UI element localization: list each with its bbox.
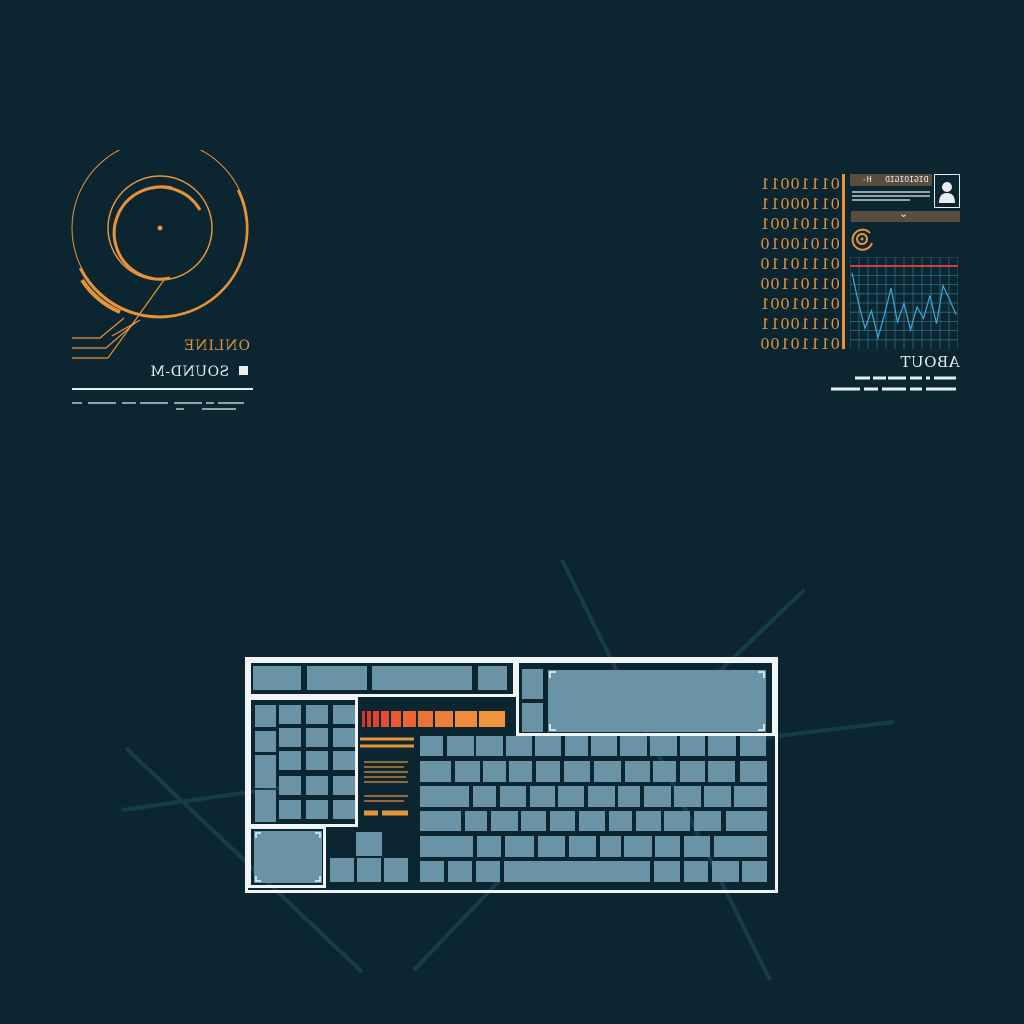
- keyboard-key[interactable]: [420, 736, 443, 756]
- keyboard-key[interactable]: [704, 786, 731, 807]
- keyboard-key[interactable]: [536, 761, 560, 782]
- keyboard-key[interactable]: [625, 761, 650, 782]
- keyboard-key[interactable]: [740, 736, 766, 756]
- keyboard-key[interactable]: [521, 811, 546, 831]
- keypad-key[interactable]: [306, 728, 328, 747]
- keyboard-key[interactable]: [476, 861, 500, 882]
- keypad-key[interactable]: [333, 800, 355, 819]
- keypad-key[interactable]: [279, 705, 301, 724]
- keypad-key[interactable]: [333, 776, 355, 795]
- keyboard-key[interactable]: [624, 836, 652, 857]
- keyboard-key[interactable]: [734, 786, 767, 807]
- keyboard-key[interactable]: [473, 786, 496, 807]
- keypad-key[interactable]: [306, 776, 328, 795]
- arrow-key-left[interactable]: [330, 858, 354, 882]
- keyboard-key[interactable]: [684, 861, 708, 882]
- keypad-key[interactable]: [279, 751, 301, 770]
- keypad-key[interactable]: [279, 800, 301, 819]
- keyboard-key[interactable]: [650, 736, 677, 756]
- keypad-key[interactable]: [255, 790, 276, 822]
- keyboard-key[interactable]: [476, 736, 503, 756]
- keyboard-key[interactable]: [664, 811, 690, 831]
- keyboard-key[interactable]: [644, 786, 671, 807]
- keyboard-key[interactable]: [455, 761, 480, 782]
- keyboard-key[interactable]: [620, 736, 647, 756]
- keyboard-key[interactable]: [684, 836, 710, 857]
- keypad-key[interactable]: [255, 705, 276, 727]
- keyboard-key[interactable]: [694, 811, 721, 831]
- keyboard-key[interactable]: [714, 836, 767, 857]
- keypad-key[interactable]: [279, 728, 301, 747]
- keyboard-key[interactable]: [420, 761, 451, 782]
- keyboard-key[interactable]: [636, 811, 661, 831]
- keyboard-key[interactable]: [506, 736, 532, 756]
- keyboard-key[interactable]: [588, 786, 615, 807]
- keyboard-key[interactable]: [618, 786, 640, 807]
- keyboard-key[interactable]: [680, 736, 705, 756]
- keypad-key[interactable]: [279, 776, 301, 795]
- keypad-key[interactable]: [306, 800, 328, 819]
- keyboard-key[interactable]: [535, 736, 561, 756]
- keyboard-key[interactable]: [420, 811, 461, 831]
- keyboard-key[interactable]: [530, 786, 555, 807]
- keypad-key[interactable]: [306, 751, 328, 770]
- keyboard-key[interactable]: [550, 811, 575, 831]
- keyboard-key[interactable]: [742, 861, 767, 882]
- keyboard-key[interactable]: [509, 761, 532, 782]
- keyboard-key[interactable]: [420, 786, 469, 807]
- keyboard-key[interactable]: [564, 761, 590, 782]
- keyboard-key[interactable]: [448, 861, 472, 882]
- keyboard-key[interactable]: [483, 761, 506, 782]
- arrow-key-right[interactable]: [384, 858, 408, 882]
- keyboard-key[interactable]: [420, 836, 473, 857]
- arrow-key-up[interactable]: [356, 832, 382, 856]
- keyboard-key[interactable]: [569, 836, 596, 857]
- keyboard-key[interactable]: [609, 811, 632, 831]
- keypad-key[interactable]: [333, 751, 355, 770]
- keyboard-key[interactable]: [654, 861, 680, 882]
- keyboard-key[interactable]: [680, 761, 705, 782]
- keypad-key[interactable]: [333, 705, 355, 724]
- keyboard-key[interactable]: [653, 761, 676, 782]
- keyboard-key[interactable]: [726, 811, 767, 831]
- keypad-key[interactable]: [255, 731, 276, 752]
- keyboard-key[interactable]: [504, 861, 650, 882]
- keyboard-key[interactable]: [674, 786, 701, 807]
- keyboard-key[interactable]: [477, 836, 501, 857]
- keyboard-key[interactable]: [447, 736, 474, 756]
- keyboard-key[interactable]: [465, 811, 487, 831]
- keyboard-key[interactable]: [712, 861, 739, 882]
- keyboard-key[interactable]: [565, 736, 588, 756]
- keyboard-key[interactable]: [420, 861, 444, 882]
- keyboard-key[interactable]: [491, 811, 518, 831]
- key-grid: [0, 0, 1024, 1024]
- keypad-key[interactable]: [306, 705, 328, 724]
- keyboard-key[interactable]: [708, 736, 736, 756]
- keyboard-key[interactable]: [594, 761, 621, 782]
- keypad-key[interactable]: [255, 755, 276, 788]
- keyboard-key[interactable]: [655, 836, 680, 857]
- keyboard-key[interactable]: [591, 736, 617, 756]
- keyboard-key[interactable]: [708, 761, 735, 782]
- keyboard-key[interactable]: [538, 836, 565, 857]
- keyboard-key[interactable]: [600, 836, 621, 857]
- keyboard-key[interactable]: [500, 786, 526, 807]
- keyboard-key[interactable]: [579, 811, 605, 831]
- arrow-key-down[interactable]: [357, 858, 381, 882]
- keyboard-key[interactable]: [505, 836, 534, 857]
- keypad-key[interactable]: [333, 728, 355, 747]
- keyboard-key[interactable]: [558, 786, 584, 807]
- keyboard-key[interactable]: [740, 761, 767, 782]
